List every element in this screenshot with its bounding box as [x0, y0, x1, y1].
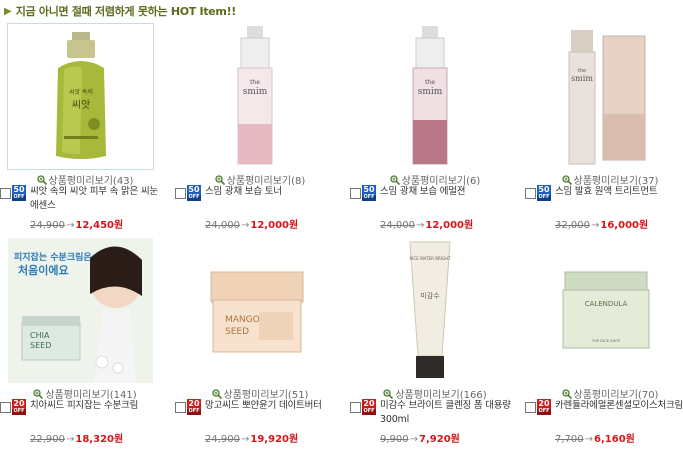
bottle-label: 씨앗: [72, 99, 90, 111]
magnifier-plus-icon: [211, 388, 222, 399]
product-name[interactable]: 치아씨드 피지잡는 수분크림: [30, 399, 165, 413]
product-name[interactable]: 카렌듈라에멀론센셜모이스처크림: [555, 399, 683, 413]
product-price: 24,000→12,000원: [380, 216, 520, 231]
discount-badge: 20 OFF: [362, 399, 376, 415]
product-price: 24,000→12,000원: [205, 216, 345, 231]
original-price: 22,900: [30, 434, 65, 445]
tube-label: 미감수: [420, 291, 440, 300]
product-checkbox[interactable]: [175, 188, 186, 199]
bottle-label: the: [250, 79, 260, 86]
product-name[interactable]: 씨앗 속의 씨앗 피부 속 맑은 씨눈에센스: [30, 185, 165, 213]
discount-badge: 20 OFF: [12, 399, 26, 415]
section-title: 지금 아니면 절때 저렴하게 못하는 HOT Item!!: [15, 5, 237, 18]
sale-price: 19,920원: [250, 434, 299, 445]
discount-badge: 50 OFF: [12, 185, 26, 201]
sale-price: 12,000원: [250, 220, 299, 231]
jar-label: CALENDULA: [585, 300, 628, 308]
jar-label: SEED: [30, 341, 51, 350]
product-checkbox[interactable]: [0, 188, 11, 199]
jar-label: MANGO: [225, 315, 260, 325]
product-price: 24,900→19,920원: [205, 430, 345, 445]
bottle-label: the: [425, 79, 435, 86]
product-image[interactable]: 피지잡는 수분크림은 처음이에요 CHIA SEED: [8, 238, 153, 383]
product-checkbox[interactable]: [525, 188, 536, 199]
product-price: 22,900→18,320원: [30, 430, 170, 445]
original-price: 24,900: [205, 434, 240, 445]
magnifier-plus-icon: [215, 174, 225, 185]
discount-badge: 50 OFF: [537, 185, 551, 201]
jar-label: SEED: [225, 327, 249, 337]
sale-price: 16,000원: [600, 220, 649, 231]
product-image[interactable]: the smim: [533, 24, 678, 169]
product-checkbox[interactable]: [350, 402, 361, 413]
promo-headline: 처음이에요: [18, 263, 69, 277]
original-price: 24,900: [30, 220, 65, 231]
product-price: 24,900→12,450원: [30, 216, 170, 231]
bottle-label: smim: [571, 74, 593, 83]
product-image[interactable]: the smim: [358, 24, 503, 169]
bullet-arrow-icon: ▶: [4, 5, 12, 17]
product-name[interactable]: 스밈 광채 보습 에멀젼: [380, 185, 515, 199]
discount-badge: 20 OFF: [187, 399, 201, 415]
original-price: 24,000: [205, 220, 240, 231]
sale-price: 6,160원: [594, 434, 635, 445]
product-checkbox[interactable]: [0, 402, 11, 413]
product-price: 32,000→16,000원: [555, 216, 683, 231]
product-image[interactable]: RICE WATER BRIGHT 미감수: [358, 238, 503, 383]
arrow: →: [416, 220, 425, 231]
product-price: 9,900→7,920원: [380, 430, 520, 445]
jar-brand: THE FACE SHOP: [591, 339, 621, 343]
original-price: 24,000: [380, 220, 415, 231]
magnifier-plus-icon: [561, 174, 572, 185]
sale-price: 7,920원: [419, 434, 460, 445]
product-price: 7,700→6,160원: [555, 430, 683, 445]
original-price: 9,900: [380, 434, 409, 445]
magnifier-plus-icon: [383, 388, 394, 399]
section-header: ▶ 지금 아니면 절때 저렴하게 못하는 HOT Item!!: [4, 3, 236, 19]
sale-price: 12,450원: [75, 220, 124, 231]
discount-badge: 20 OFF: [537, 399, 551, 415]
magnifier-plus-icon: [33, 388, 44, 399]
product-image[interactable]: CALENDULA THE FACE SHOP: [533, 238, 678, 383]
arrow: →: [409, 434, 419, 445]
product-image[interactable]: MANGO SEED: [183, 238, 328, 383]
product-checkbox[interactable]: [525, 402, 536, 413]
magnifier-plus-icon: [36, 174, 47, 185]
product-checkbox[interactable]: [350, 188, 361, 199]
arrow: →: [241, 434, 250, 445]
discount-badge: 50 OFF: [187, 185, 201, 201]
arrow: →: [241, 220, 250, 231]
original-price: 32,000: [555, 220, 590, 231]
sale-price: 18,320원: [75, 434, 124, 445]
arrow: →: [584, 434, 594, 445]
bottle-label: smim: [243, 87, 268, 97]
bottle-label: 씨앗 속의: [69, 88, 93, 96]
product-name[interactable]: 스밈 광채 보습 토너: [205, 185, 340, 199]
product-image[interactable]: the smim: [183, 24, 328, 169]
arrow: →: [66, 220, 75, 231]
discount-badge: 50 OFF: [362, 185, 376, 201]
product-name[interactable]: 망고씨드 뽀얀윤기 데이트버터: [205, 399, 340, 413]
product-name[interactable]: 미감수 브라이트 클렌징 폼 대용량 300ml: [380, 399, 515, 427]
promo-headline: 피지잡는 수분크림은: [14, 251, 92, 263]
arrow: →: [591, 220, 600, 231]
magnifier-plus-icon: [390, 174, 400, 185]
sale-price: 12,000원: [425, 220, 474, 231]
magnifier-plus-icon: [561, 388, 572, 399]
product-name[interactable]: 스밈 발효 원액 트리트먼트: [555, 185, 683, 199]
bottle-label: smim: [418, 87, 443, 97]
arrow: →: [66, 434, 75, 445]
jar-label: CHIA: [30, 331, 50, 340]
product-image[interactable]: 씨앗 속의 씨앗: [7, 23, 154, 170]
original-price: 7,700: [555, 434, 584, 445]
product-checkbox[interactable]: [175, 402, 186, 413]
tube-label: RICE WATER BRIGHT: [410, 256, 452, 261]
